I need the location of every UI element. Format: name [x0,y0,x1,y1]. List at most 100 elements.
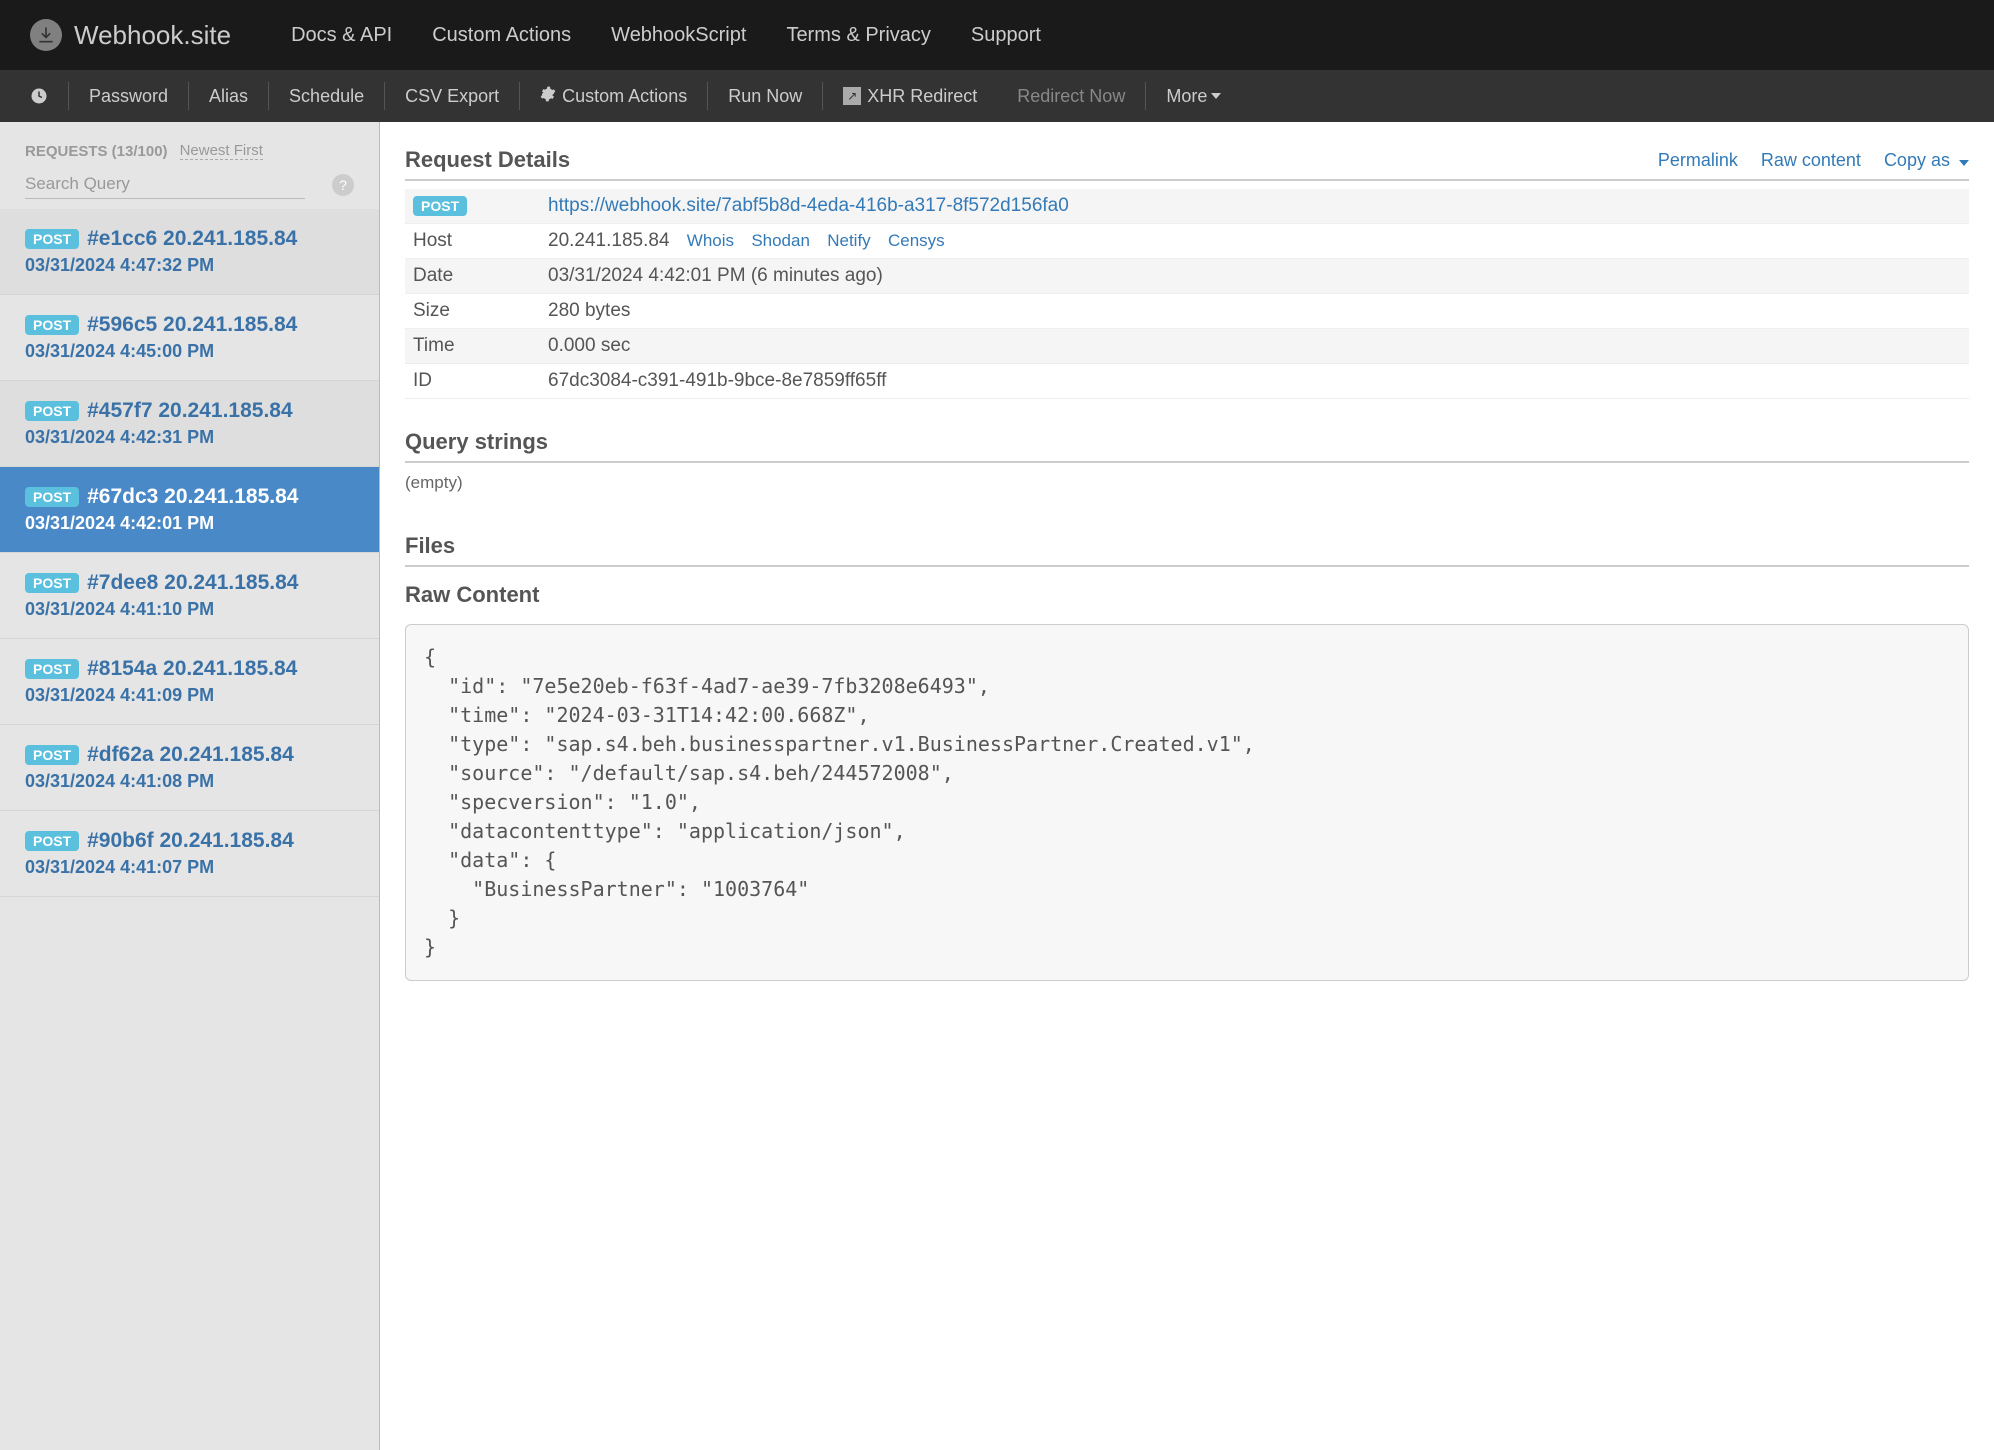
method-badge: POST [25,401,79,421]
nav-docs-api[interactable]: Docs & API [271,24,412,47]
request-date: 03/31/2024 4:41:07 PM [25,857,354,878]
request-item[interactable]: POST #596c5 20.241.185.84 03/31/2024 4:45:… [0,295,379,381]
size-value: 280 bytes [540,294,1969,329]
subnav-more-label: More [1166,86,1207,107]
gear-icon [540,86,556,107]
request-date: 03/31/2024 4:42:31 PM [25,427,354,448]
request-details-header: Request Details Permalink Raw content Co… [405,147,1969,181]
subnav-run-now[interactable]: Run Now [708,86,822,107]
search-wrap: ? [0,170,379,209]
raw-content-link[interactable]: Raw content [1761,150,1861,170]
request-hash-ip: #8154a 20.241.185.84 [87,657,297,681]
shodan-link[interactable]: Shodan [751,231,810,250]
method-badge: POST [25,573,79,593]
method-badge: POST [413,196,467,216]
request-hash-ip: #596c5 20.241.185.84 [87,313,297,337]
raw-content-body[interactable]: { "id": "7e5e20eb-f63f-4ad7-ae39-7fb3208… [424,643,1950,962]
request-date: 03/31/2024 4:47:32 PM [25,255,354,276]
raw-content-heading: Raw Content [405,582,1969,614]
id-label: ID [405,364,540,399]
subnav-custom-actions-label: Custom Actions [562,86,687,107]
netify-link[interactable]: Netify [827,231,870,250]
subnav-csv-export[interactable]: CSV Export [385,86,519,107]
method-badge: POST [25,831,79,851]
subnav-schedule[interactable]: Schedule [269,86,384,107]
method-badge: POST [25,659,79,679]
request-date: 03/31/2024 4:41:08 PM [25,771,354,792]
request-item[interactable]: POST #df62a 20.241.185.84 03/31/2024 4:41:… [0,725,379,811]
detail-actions: Permalink Raw content Copy as [1640,150,1969,171]
request-date: 03/31/2024 4:42:01 PM [25,513,354,534]
help-icon[interactable]: ? [332,174,354,196]
chevron-down-icon [1211,93,1221,99]
subnav-xhr-redirect-label: XHR Redirect [867,86,977,107]
size-label: Size [405,294,540,329]
method-badge: POST [25,315,79,335]
request-hash-ip: #df62a 20.241.185.84 [87,743,294,767]
date-value: 03/31/2024 4:42:01 PM (6 minutes ago) [540,259,1969,294]
time-value: 0.000 sec [540,329,1969,364]
method-badge: POST [25,229,79,249]
topnav-items: Docs & API Custom Actions WebhookScript … [271,24,1061,47]
content: Request Details Permalink Raw content Co… [380,122,1994,1450]
nav-custom-actions[interactable]: Custom Actions [412,24,591,47]
time-label: Time [405,329,540,364]
id-value: 67dc3084-c391-491b-9bce-8e7859ff65ff [540,364,1969,399]
nav-support[interactable]: Support [951,24,1061,47]
details-table: POST https://webhook.site/7abf5b8d-4eda-… [405,189,1969,399]
request-item[interactable]: POST #e1cc6 20.241.185.84 03/31/2024 4:47:… [0,209,379,295]
date-label: Date [405,259,540,294]
search-input[interactable] [25,170,305,199]
requests-header: REQUESTS (13/100) Newest First [0,122,379,170]
request-item[interactable]: POST #67dc3 20.241.185.84 03/31/2024 4:42:… [0,467,379,553]
sub-nav: Password Alias Schedule CSV Export Custo… [0,70,1994,122]
nav-webhookscript[interactable]: WebhookScript [591,24,766,47]
request-details-title: Request Details [405,147,570,173]
query-strings-heading: Query strings [405,429,1969,463]
raw-content-box: { "id": "7e5e20eb-f63f-4ad7-ae39-7fb3208… [405,624,1969,981]
brand-text: Webhook.site [74,20,231,51]
permalink-link[interactable]: Permalink [1658,150,1738,170]
query-empty: (empty) [405,469,1969,503]
request-hash-ip: #90b6f 20.241.185.84 [87,829,294,853]
subnav-more[interactable]: More [1146,86,1241,107]
request-item[interactable]: POST #457f7 20.241.185.84 03/31/2024 4:42:… [0,381,379,467]
sidebar: REQUESTS (13/100) Newest First ? POST #e1… [0,122,380,1450]
sort-toggle[interactable]: Newest First [180,142,263,160]
request-date: 03/31/2024 4:45:00 PM [25,341,354,362]
method-badge: POST [25,745,79,765]
subnav-password[interactable]: Password [69,86,188,107]
censys-link[interactable]: Censys [888,231,945,250]
clock-icon[interactable] [30,87,48,105]
request-url[interactable]: https://webhook.site/7abf5b8d-4eda-416b-… [548,195,1069,216]
request-item[interactable]: POST #7dee8 20.241.185.84 03/31/2024 4:41:… [0,553,379,639]
subnav-redirect-now[interactable]: Redirect Now [997,86,1145,107]
whois-link[interactable]: Whois [687,231,734,250]
chevron-down-icon [1959,160,1969,166]
files-heading: Files [405,533,1969,567]
nav-terms-privacy[interactable]: Terms & Privacy [766,24,950,47]
request-date: 03/31/2024 4:41:10 PM [25,599,354,620]
request-hash-ip: #7dee8 20.241.185.84 [87,571,298,595]
request-hash-ip: #457f7 20.241.185.84 [87,399,293,423]
requests-count: REQUESTS (13/100) [25,143,168,160]
logo-link[interactable]: Webhook.site [30,19,231,51]
request-list: POST #e1cc6 20.241.185.84 03/31/2024 4:47:… [0,209,379,897]
copy-as-label: Copy as [1884,150,1950,170]
logo-icon [30,19,62,51]
external-link-icon: ↗ [843,87,861,105]
request-hash-ip: #67dc3 20.241.185.84 [87,485,298,509]
request-date: 03/31/2024 4:41:09 PM [25,685,354,706]
host-label: Host [405,224,540,259]
top-nav: Webhook.site Docs & API Custom Actions W… [0,0,1994,70]
subnav-alias[interactable]: Alias [189,86,268,107]
subnav-xhr-redirect[interactable]: ↗ XHR Redirect [823,86,997,107]
copy-as-dropdown[interactable]: Copy as [1884,150,1969,170]
method-badge: POST [25,487,79,507]
request-hash-ip: #e1cc6 20.241.185.84 [87,227,297,251]
request-item[interactable]: POST #90b6f 20.241.185.84 03/31/2024 4:41:… [0,811,379,897]
request-item[interactable]: POST #8154a 20.241.185.84 03/31/2024 4:41:… [0,639,379,725]
host-tool-links: Whois Shodan Netify Censys [675,230,945,251]
host-value: 20.241.185.84 [548,230,670,251]
subnav-custom-actions[interactable]: Custom Actions [520,86,707,107]
